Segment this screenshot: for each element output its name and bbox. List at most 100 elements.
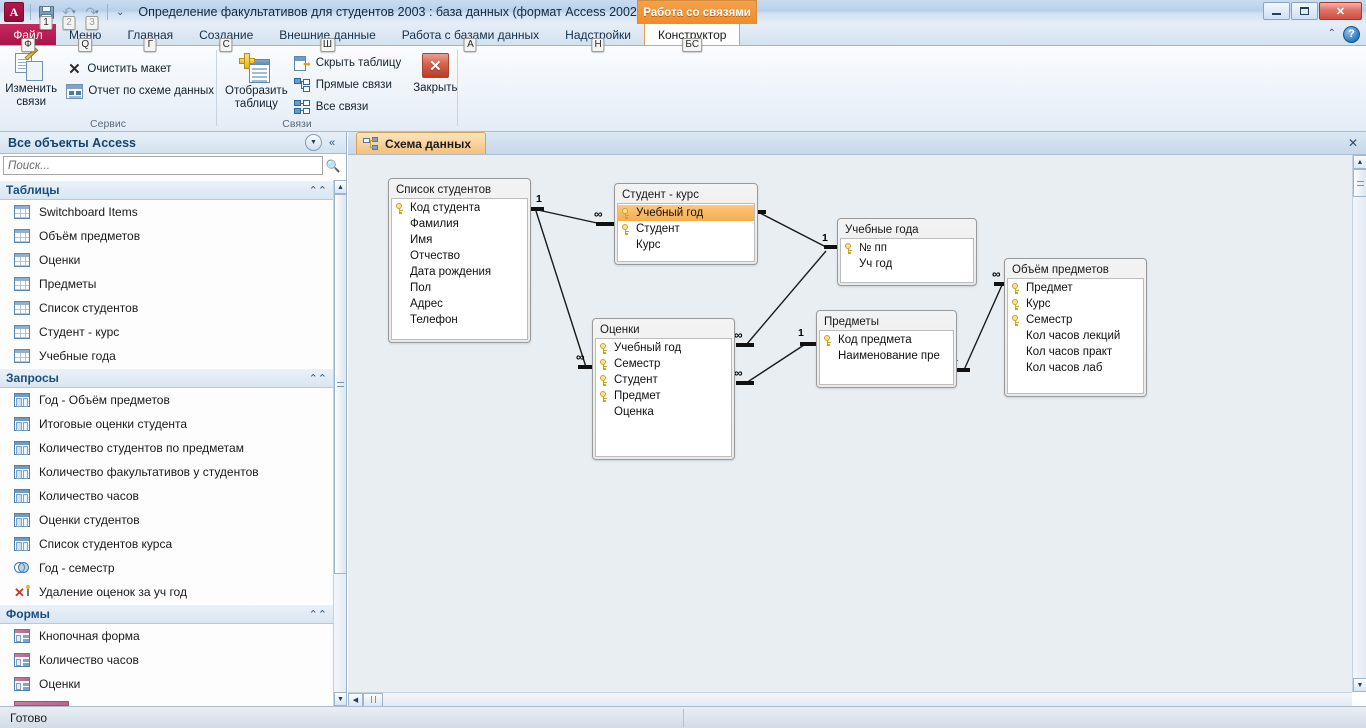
field-row[interactable]: Фамилия [392,216,527,232]
navigation-pane-scroll-thumb[interactable] [334,194,347,574]
field-row[interactable]: Адрес [392,296,527,312]
list-item[interactable]: Оценки студентов [0,508,333,532]
field-row[interactable]: Семестр [596,356,731,372]
field-row[interactable]: Курс [1008,296,1143,312]
list-item[interactable]: ✕ Удаление оценок за уч год [0,580,333,604]
collapse-ribbon-button[interactable]: ⌃ [1328,28,1336,39]
table-box-uchebnye-goda[interactable]: Учебные года № пп Уч год [837,218,977,286]
redo-button[interactable]: ↷ ▾ 3 [81,2,103,30]
field-row[interactable]: Предмет [1008,280,1143,296]
hide-table-button[interactable]: ➡ Скрыть таблицу [292,52,404,74]
field-row[interactable]: Кол часов лекций [1008,328,1143,344]
undo-button[interactable]: ↶ ▾ 2 [58,2,80,30]
access-logo-icon[interactable]: A [4,2,24,22]
field-row[interactable]: Кол часов практ [1008,344,1143,360]
list-item[interactable]: Год - семестр [0,556,333,580]
field-row[interactable]: Оценка [596,404,731,420]
list-item[interactable]: Оценки [0,672,333,696]
list-item[interactable]: Оценки [0,248,333,272]
field-row[interactable]: Отчество [392,248,527,264]
navigation-pane-collapse-button[interactable]: « [322,137,342,149]
search-input[interactable]: Поиск... [3,156,323,175]
clear-layout-button[interactable]: ✕ Очистить макет [64,58,216,80]
field-row[interactable]: Учебный год [596,340,731,356]
all-relationships-button[interactable]: Все связи [292,96,404,118]
table-box-obyom-predmetov[interactable]: Объём предметов Предмет Курс Семестр Кол… [1004,258,1147,397]
scroll-down-button[interactable]: ▼ [1353,678,1366,692]
canvas-horizontal-scrollbar[interactable]: ◀ [348,692,1352,707]
field-row[interactable]: Дата рождения [392,264,527,280]
list-item[interactable]: Список студентов курса [0,532,333,556]
list-item[interactable]: Количество факультативов у студентов [0,460,333,484]
close-relationships-button[interactable]: ✕ Закрыть [413,50,458,95]
show-table-button[interactable]: Отобразить таблицу [225,50,288,111]
scroll-left-button[interactable]: ◀ [348,692,363,707]
table-box-spisok-studentov[interactable]: Список студентов Код студента Фамилия Им… [388,178,531,343]
field-row[interactable]: Студент [596,372,731,388]
canvas-scroll-thumb[interactable] [1353,169,1366,197]
relationship-report-button[interactable]: Отчет по схеме данных [64,80,216,102]
edit-relationships-button[interactable]: Изменить связи [4,47,58,109]
save-button[interactable]: 1 [35,2,57,30]
tab-external-data[interactable]: Внешние данные Ш [266,24,389,52]
field-row[interactable]: Предмет [596,388,731,404]
table-box-predmety[interactable]: Предметы Код предмета Наименование пре [816,310,957,388]
canvas-vertical-scrollbar[interactable]: ▲ ▼ [1352,155,1366,692]
field-row[interactable]: Семестр [1008,312,1143,328]
list-item[interactable]: Switchboard Items [0,200,333,224]
field-row[interactable]: Пол [392,280,527,296]
close-window-button[interactable]: ✕ [1319,2,1362,20]
restore-button[interactable] [1291,2,1318,20]
nav-group-forms[interactable]: Формы ⌃⌃ [0,604,333,624]
navigation-pane-scrollbar[interactable]: ▲ ▼ [333,180,347,706]
table-box-ocenki[interactable]: Оценки Учебный год Семестр Студент Предм… [592,318,735,460]
list-item[interactable]: Количество часов [0,484,333,508]
close-document-button[interactable]: ✕ [1348,136,1358,150]
document-tab-relationships[interactable]: Схема данных [356,132,486,154]
field-row[interactable]: Уч год [841,256,973,272]
field-row[interactable]: Студент [618,221,754,237]
list-item[interactable]: Год - Объём предметов [0,388,333,412]
customize-qat-button[interactable]: ⌄ [112,7,128,18]
nav-group-queries-collapse-icon[interactable]: ⌃⌃ [309,372,327,385]
list-item[interactable]: Кнопочная форма [0,624,333,648]
tab-design[interactable]: Конструктор БС [644,24,741,52]
tab-home[interactable]: Главная Г [114,24,186,52]
help-button[interactable]: ? [1343,26,1360,43]
search-icon[interactable]: 🔍 [323,159,343,173]
relationships-canvas[interactable]: 1 ∞ ∞ ∞ 1 ∞ ∞ 1 1 ∞ Список студентов Код… [348,155,1352,692]
list-item[interactable]: Количество студентов по предметам [0,436,333,460]
tab-database-tools[interactable]: Работа с базами данных А [389,24,552,52]
nav-group-queries[interactable]: Запросы ⌃⌃ [0,368,333,388]
direct-relationships-button[interactable]: Прямые связи [292,74,404,96]
field-row-selected[interactable]: Учебный год [618,205,754,221]
list-item[interactable]: Студент - курс [0,320,333,344]
navigation-pane-dropdown-button[interactable]: ▼ [305,134,322,151]
field-row[interactable]: Курс [618,237,754,253]
tab-create[interactable]: Создание С [186,24,266,52]
field-row[interactable]: Телефон [392,312,527,328]
list-item[interactable]: Список студентов [0,296,333,320]
navigation-pane-list[interactable]: Таблицы ⌃⌃ Switchboard Items Объём предм… [0,180,333,706]
field-row[interactable]: Код предмета [820,332,953,348]
scroll-down-button[interactable]: ▼ [334,692,347,706]
nav-group-forms-collapse-icon[interactable]: ⌃⌃ [309,608,327,621]
field-row[interactable]: Наименование пре [820,348,953,364]
list-item[interactable]: Объём предметов [0,224,333,248]
field-row[interactable]: Имя [392,232,527,248]
list-item[interactable]: Итоговые оценки студента [0,412,333,436]
field-row[interactable]: Код студента [392,200,527,216]
field-row[interactable]: № пп [841,240,973,256]
nav-group-tables[interactable]: Таблицы ⌃⌃ [0,180,333,200]
scroll-up-button[interactable]: ▲ [1353,155,1366,169]
scroll-up-button[interactable]: ▲ [334,180,347,194]
tab-addins[interactable]: Надстройки Н [552,24,644,52]
field-row[interactable]: Кол часов лаб [1008,360,1143,376]
list-item[interactable]: Учебные года [0,344,333,368]
canvas-hscroll-thumb[interactable] [363,692,383,707]
list-item[interactable]: Предметы [0,272,333,296]
table-box-student-kurs[interactable]: Студент - курс Учебный год Студент Курс [614,183,758,265]
list-item[interactable]: Количество часов [0,648,333,672]
minimize-button[interactable] [1263,2,1290,20]
nav-group-tables-collapse-icon[interactable]: ⌃⌃ [309,184,327,197]
